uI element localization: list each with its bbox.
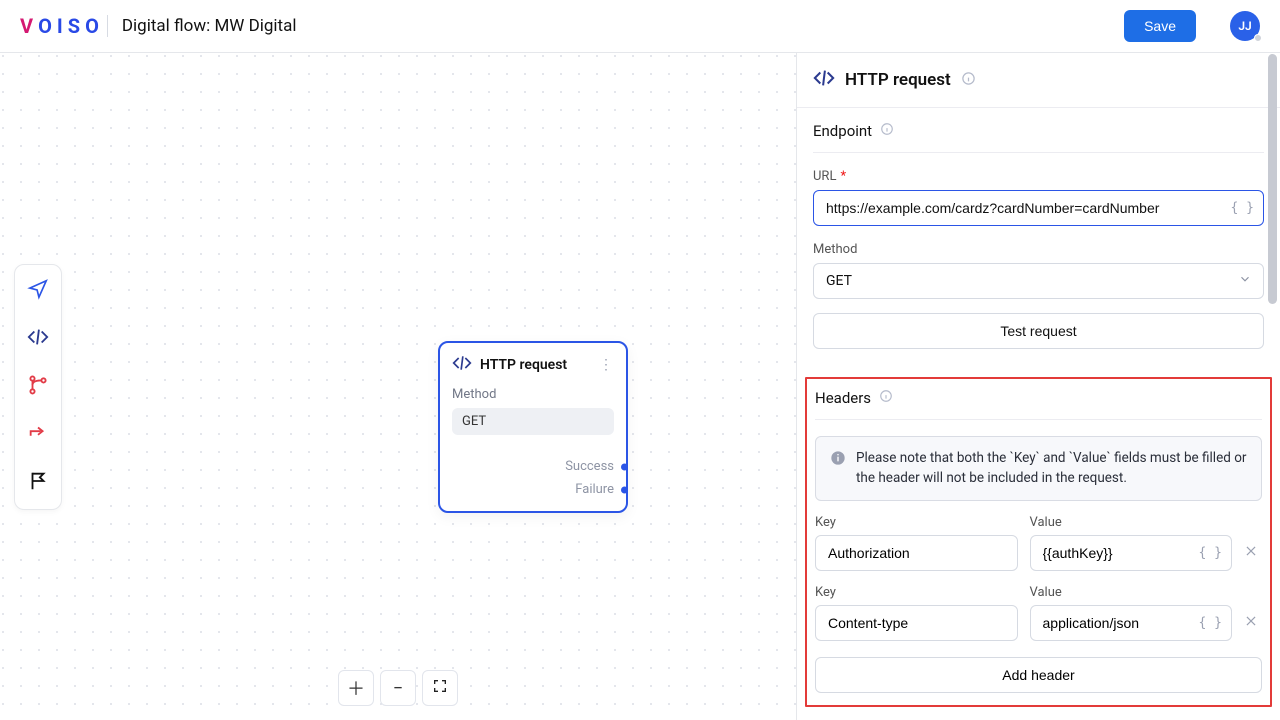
endpoint-section: Endpoint URL* { } Method GET Te bbox=[797, 108, 1280, 349]
panel-header: HTTP request bbox=[797, 53, 1280, 107]
headers-note: Please note that both the `Key` and `Val… bbox=[815, 436, 1262, 501]
info-icon bbox=[830, 450, 846, 470]
code-icon bbox=[452, 353, 472, 377]
node-title: HTTP request bbox=[480, 357, 590, 373]
node-more-button[interactable]: ⋮ bbox=[598, 357, 614, 373]
header-key-input[interactable] bbox=[815, 535, 1018, 571]
inspector-panel: HTTP request Endpoint URL* { } Meth bbox=[796, 53, 1280, 720]
header-key-label: Key bbox=[815, 515, 1018, 530]
node-header: HTTP request ⋮ bbox=[440, 343, 626, 387]
chevron-down-icon bbox=[1238, 272, 1252, 290]
tool-redirect[interactable] bbox=[19, 413, 57, 457]
tool-send[interactable] bbox=[19, 269, 57, 313]
variable-picker-icon[interactable]: { } bbox=[1199, 546, 1222, 561]
header-key-label: Key bbox=[815, 585, 1018, 600]
url-input-wrap: { } bbox=[813, 190, 1264, 226]
zoom-in-button[interactable]: ＋ bbox=[338, 670, 374, 706]
output-port[interactable] bbox=[621, 486, 628, 493]
code-icon bbox=[813, 67, 835, 93]
tool-http[interactable] bbox=[19, 317, 57, 361]
zoom-fit-button[interactable] bbox=[422, 670, 458, 706]
scrollbar[interactable] bbox=[1268, 54, 1277, 720]
header-value-label: Value bbox=[1030, 585, 1233, 600]
canvas[interactable]: HTTP request ⋮ Method GET Success Failur… bbox=[0, 53, 796, 720]
logo-letter-o2: O bbox=[85, 14, 103, 38]
header-row: Key Value { } bbox=[815, 515, 1262, 571]
plus-icon: ＋ bbox=[347, 675, 365, 701]
required-indicator: * bbox=[840, 169, 846, 184]
page-title: Digital flow: MW Digital bbox=[122, 16, 297, 36]
scrollbar-thumb[interactable] bbox=[1268, 54, 1277, 304]
minus-icon: − bbox=[393, 678, 403, 699]
method-value: GET bbox=[826, 273, 852, 289]
node-output-success[interactable]: Success bbox=[452, 459, 614, 474]
endpoint-label: Endpoint bbox=[813, 122, 872, 140]
flag-icon bbox=[27, 470, 49, 496]
arrow-redirect-icon bbox=[27, 422, 49, 448]
code-icon bbox=[27, 326, 49, 352]
status-dot bbox=[1254, 34, 1262, 42]
note-text: Please note that both the `Key` and `Val… bbox=[856, 449, 1247, 488]
method-select[interactable]: GET bbox=[813, 263, 1264, 299]
node-method-label: Method bbox=[452, 387, 614, 402]
url-input[interactable] bbox=[813, 190, 1264, 226]
node-method-value: GET bbox=[452, 408, 614, 435]
headers-section-highlight: Headers Please note that both the `Key` … bbox=[805, 377, 1272, 707]
logo-letter-i: I bbox=[57, 14, 67, 38]
logo-letter-o1: O bbox=[38, 14, 56, 38]
more-vertical-icon: ⋮ bbox=[599, 357, 613, 373]
header-row: Key Value { } bbox=[815, 585, 1262, 641]
variable-picker-icon[interactable]: { } bbox=[1199, 616, 1222, 631]
node-output-failure[interactable]: Failure bbox=[452, 482, 614, 497]
panel-title: HTTP request bbox=[845, 70, 951, 90]
header-remove-button[interactable] bbox=[1244, 614, 1262, 632]
logo-letter-v: V bbox=[20, 14, 37, 38]
tool-flag[interactable] bbox=[19, 461, 57, 505]
topbar: V O I S O Digital flow: MW Digital Save … bbox=[0, 0, 1280, 53]
divider bbox=[107, 15, 108, 37]
info-icon[interactable] bbox=[879, 389, 893, 407]
headers-label: Headers bbox=[815, 389, 871, 407]
info-icon[interactable] bbox=[880, 122, 894, 140]
header-key-input[interactable] bbox=[815, 605, 1018, 641]
save-button[interactable]: Save bbox=[1124, 10, 1196, 42]
method-label: Method bbox=[813, 242, 1264, 257]
info-icon[interactable] bbox=[961, 71, 976, 90]
node-outputs: Success Failure bbox=[440, 447, 626, 511]
side-toolbar bbox=[14, 264, 62, 510]
tool-branch[interactable] bbox=[19, 365, 57, 409]
header-value-label: Value bbox=[1030, 515, 1233, 530]
output-port[interactable] bbox=[621, 463, 628, 470]
add-header-button[interactable]: Add header bbox=[815, 657, 1262, 693]
logo-letter-s: S bbox=[68, 14, 84, 38]
zoom-out-button[interactable]: − bbox=[380, 670, 416, 706]
branch-icon bbox=[27, 374, 49, 400]
logo: V O I S O bbox=[20, 14, 103, 38]
zoom-controls: ＋ − bbox=[338, 670, 458, 706]
header-remove-button[interactable] bbox=[1244, 544, 1262, 562]
http-request-node[interactable]: HTTP request ⋮ Method GET Success Failur… bbox=[438, 341, 628, 513]
paper-plane-icon bbox=[27, 278, 49, 304]
variable-picker-icon[interactable]: { } bbox=[1231, 201, 1254, 216]
avatar[interactable]: JJ bbox=[1230, 11, 1260, 41]
expand-icon bbox=[432, 678, 448, 699]
test-request-button[interactable]: Test request bbox=[813, 313, 1264, 349]
url-label: URL* bbox=[813, 169, 1264, 184]
workspace: HTTP request ⋮ Method GET Success Failur… bbox=[0, 53, 1280, 720]
